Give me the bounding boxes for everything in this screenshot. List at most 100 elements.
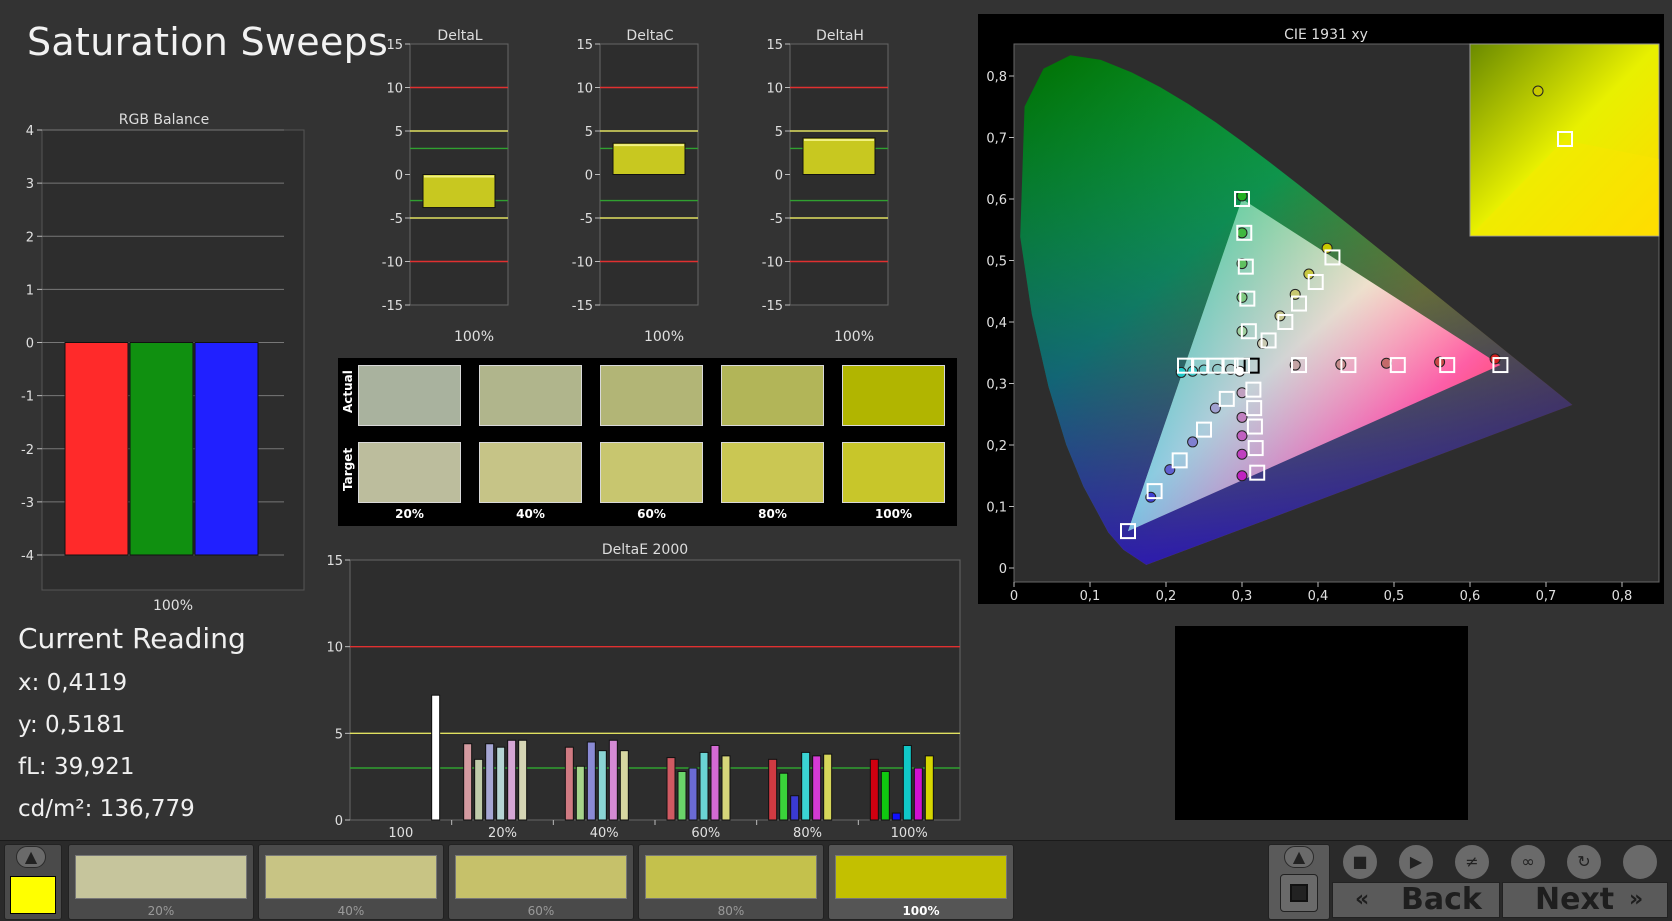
cie-x-tick-label: 0,8 xyxy=(1612,589,1633,604)
actual-swatch-80 xyxy=(721,365,824,426)
cie-y-tick-label: 0,3 xyxy=(986,378,1007,393)
stop-measure-button[interactable]: ■ xyxy=(1342,844,1378,880)
pattern-preview-box xyxy=(1175,626,1468,820)
rgb-tick-label: -2 xyxy=(21,443,34,458)
collapse-controls-button[interactable]: ▲ xyxy=(1284,846,1314,868)
deltae-category-label: 100 xyxy=(388,826,413,840)
patch-button-60[interactable]: 60% xyxy=(448,844,634,920)
rgb-tick-label: 3 xyxy=(26,177,34,192)
collapse-up-button[interactable]: ▲ xyxy=(16,846,46,868)
patch-button-40[interactable]: 40% xyxy=(258,844,444,920)
play-button[interactable]: ▶ xyxy=(1398,844,1434,880)
patch-button-20[interactable]: 20% xyxy=(68,844,254,920)
delta-bar xyxy=(802,137,876,175)
rgb-tick-label: -4 xyxy=(21,549,34,564)
delta-tick-label: -10 xyxy=(762,256,783,271)
next-button[interactable]: Next » xyxy=(1502,882,1668,918)
deltae-bar xyxy=(608,739,618,821)
next-label: Next xyxy=(1535,882,1615,917)
cie-y-tick-label: 0,2 xyxy=(986,439,1007,454)
cie-diagram-frame: CIE 1931 xy 0 0,1 0,2 0,3 0,4 0,5 0,6 0,7 0,8 0 0,… xyxy=(978,14,1664,604)
cie-x-tick-label: 0,4 xyxy=(1308,589,1329,604)
deltae-bar xyxy=(575,765,585,821)
cie-y-tick-label: 0,1 xyxy=(986,501,1007,516)
page-title: Saturation Sweeps xyxy=(27,20,389,64)
patch-label-40: 40% xyxy=(337,904,365,918)
double-chevron-left-icon: « xyxy=(1355,887,1370,912)
single-read-button[interactable]: ≠ xyxy=(1454,844,1490,880)
refresh-button[interactable]: ↻ xyxy=(1566,844,1602,880)
play-icon: ▶ xyxy=(1409,852,1423,871)
deltal-xlabel: 100% xyxy=(454,329,494,344)
patch-label-80: 80% xyxy=(717,904,745,918)
deltae-bar xyxy=(688,767,698,821)
rgb-tick-label: 0 xyxy=(26,337,34,352)
actual-row-label: Actual xyxy=(341,370,355,413)
delta-tick-label: -10 xyxy=(382,256,403,271)
cie-y-tick-label: 0,6 xyxy=(986,193,1007,208)
deltae-tick-label: 5 xyxy=(335,727,343,742)
deltae-plot-area xyxy=(349,559,961,821)
deltae-bar xyxy=(463,743,473,821)
swatch-label-100: 100% xyxy=(874,507,913,521)
patch-button-80[interactable]: 80% xyxy=(638,844,824,920)
deltae-bar xyxy=(431,694,441,821)
deltae-title: DeltaE 2000 xyxy=(602,542,688,558)
stop-button[interactable] xyxy=(1280,874,1318,912)
cie-x-tick-label: 0,2 xyxy=(1156,589,1177,604)
patch-fill-80 xyxy=(645,855,817,899)
rgb-balance-xlabel: 100% xyxy=(153,598,193,614)
cie-measured-point xyxy=(1236,291,1248,303)
delta-tick-label: -5 xyxy=(390,212,403,227)
patch-label-100: 100% xyxy=(902,904,940,918)
delta-tick-label: -5 xyxy=(580,212,593,227)
deltah-xlabel: 100% xyxy=(834,329,874,344)
target-swatch-60 xyxy=(600,442,703,503)
extra-button[interactable] xyxy=(1622,844,1658,880)
cie-chart: CIE 1931 xy 0 0,1 0,2 0,3 0,4 0,5 0,6 0,7 0,8 0 0,… xyxy=(986,27,1660,604)
rgb-tick-label: -3 xyxy=(21,496,34,511)
deltae-bar xyxy=(823,753,833,821)
deltae-bar xyxy=(597,750,607,821)
patch-button-100[interactable]: 100% xyxy=(828,844,1014,920)
rgb-balance-bar xyxy=(194,342,259,556)
cie-title: CIE 1931 xy xyxy=(1284,27,1368,43)
deltac-chart: DeltaC 15 10 5 0 -5 -10 -15 100% xyxy=(572,28,699,344)
deltae-bar xyxy=(496,746,506,821)
cie-measured-point xyxy=(1236,448,1248,460)
cie-y-tick-label: 0,4 xyxy=(986,316,1007,331)
patch-fill-20 xyxy=(75,855,247,899)
back-button[interactable]: « Back xyxy=(1332,882,1500,918)
deltae-bar xyxy=(666,757,676,821)
deltae-bar xyxy=(518,739,528,821)
deltae-category-label: 40% xyxy=(590,826,619,840)
cie-x-tick-label: 0,1 xyxy=(1080,589,1101,604)
cie-x-tick-label: 0,3 xyxy=(1232,589,1253,604)
deltae-tick-label: 10 xyxy=(326,641,343,656)
target-swatch-100 xyxy=(842,442,945,503)
deltae-tick-label: 0 xyxy=(335,814,343,829)
deltah-chart: DeltaH 15 10 5 0 -5 -10 -15 100% xyxy=(762,28,889,344)
deltae-bar xyxy=(801,751,811,821)
deltae-bar xyxy=(564,746,574,821)
target-row-label: Target xyxy=(341,447,355,491)
rgb-balance-chart: RGB Balance 4 3 2 1 0 -1 -2 -3 -4 100% xyxy=(21,112,305,614)
delta-tick-label: 10 xyxy=(766,82,783,97)
cie-inset-measured-point xyxy=(1532,85,1544,97)
patch-fill-60 xyxy=(455,855,627,899)
deltae-bar xyxy=(485,743,495,821)
deltae-bar xyxy=(913,767,923,821)
cie-x-tick-label: 0,5 xyxy=(1384,589,1405,604)
deltae-bar xyxy=(924,755,934,821)
cie-measured-point xyxy=(1321,242,1333,254)
continuous-button[interactable]: ∞ xyxy=(1510,844,1546,880)
target-swatch-80 xyxy=(721,442,824,503)
stop-icon: ■ xyxy=(1352,852,1368,871)
rgb-balance-bar xyxy=(64,342,129,556)
swatch-label-80: 80% xyxy=(758,507,787,521)
target-swatch-40 xyxy=(479,442,582,503)
reading-fl: fL: 39,921 xyxy=(18,754,135,780)
deltae-bar xyxy=(699,751,709,821)
delta-tick-label: -15 xyxy=(572,299,593,314)
deltae-bar xyxy=(880,770,890,821)
